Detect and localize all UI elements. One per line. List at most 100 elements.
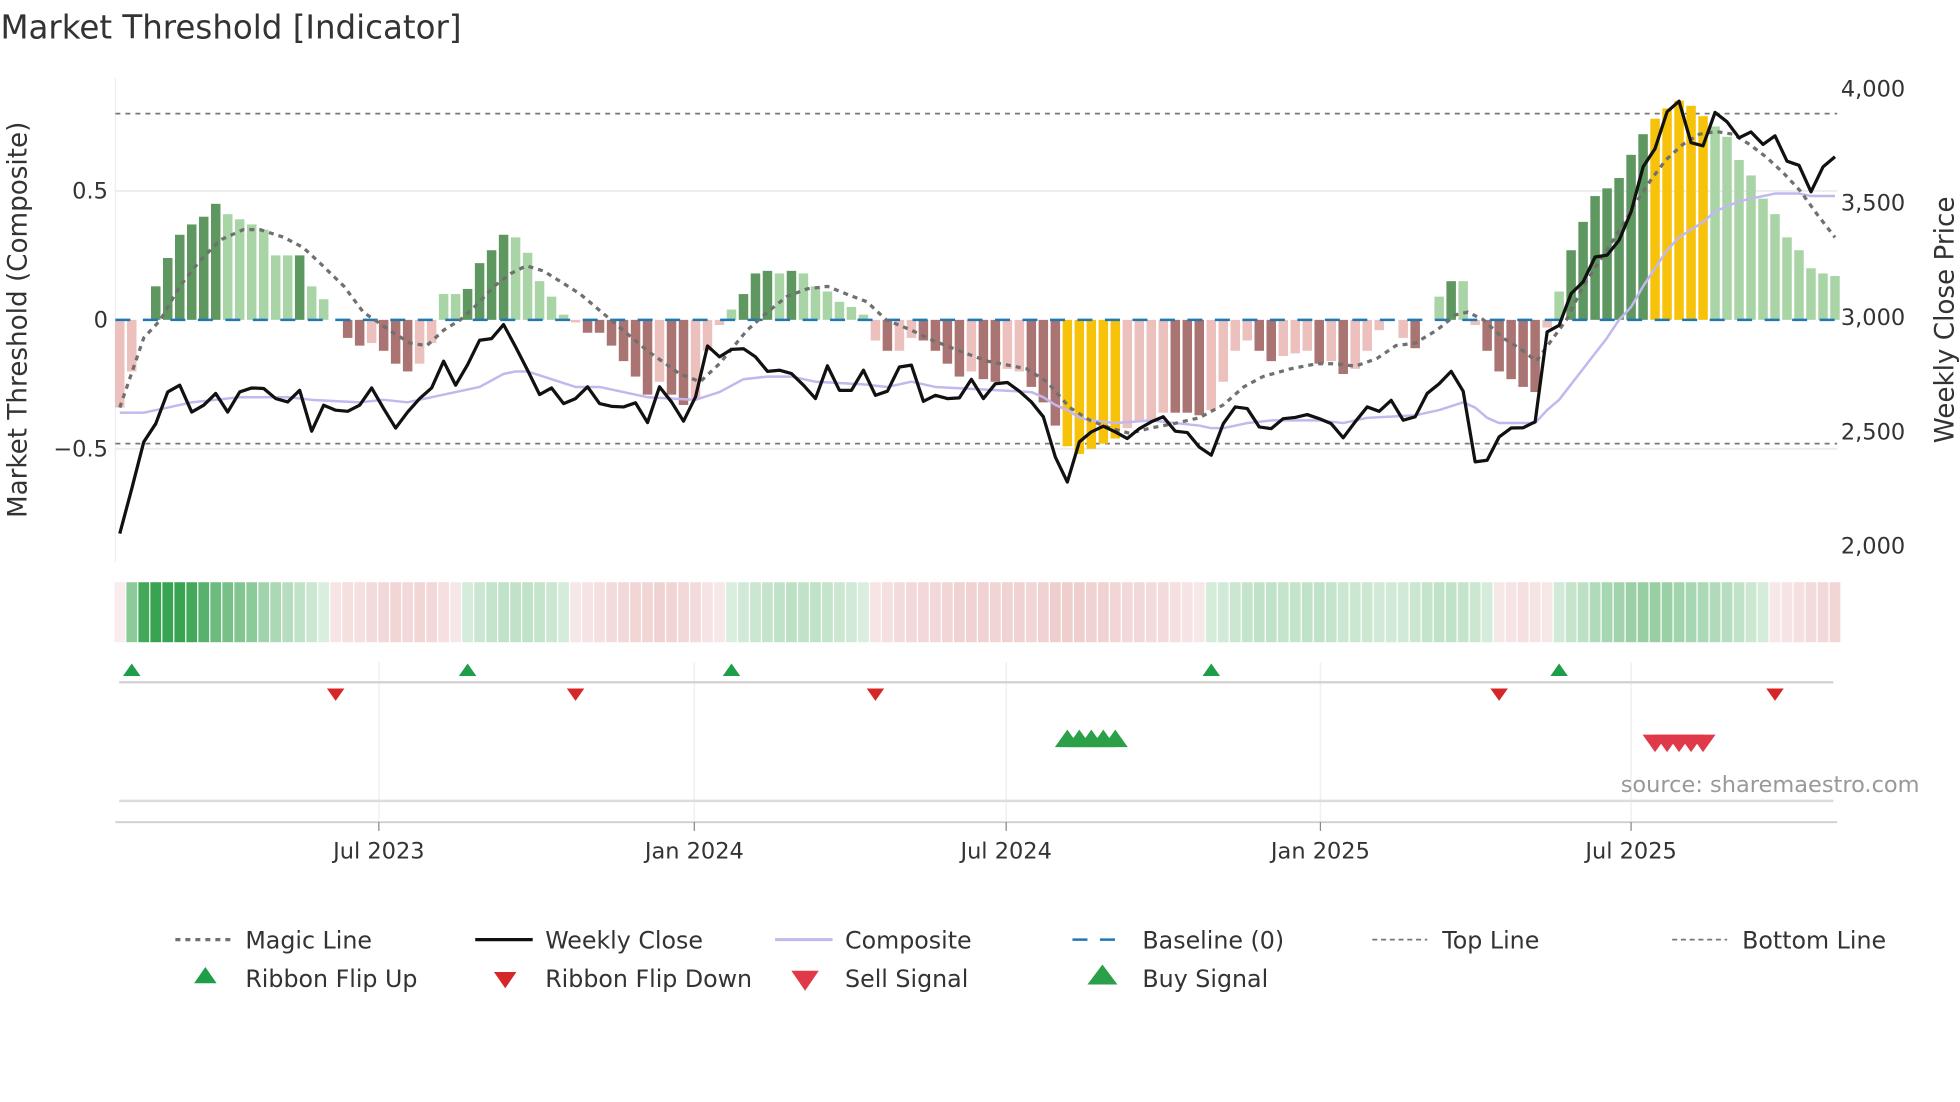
- histogram-bar: [342, 319, 353, 338]
- ribbon-cell: [1613, 582, 1625, 643]
- histogram-bar: [1770, 214, 1780, 320]
- ribbon-cell: [1265, 582, 1277, 643]
- legend-item-buy: Buy Signal: [1087, 964, 1268, 993]
- histogram-bar: [258, 229, 269, 320]
- ribbon-cell: [282, 582, 294, 643]
- ribbon-cell: [390, 582, 402, 643]
- histogram-bar: [1794, 250, 1804, 320]
- ribbon-cell: [678, 582, 689, 643]
- histogram-bar: [1614, 178, 1624, 320]
- left-axis: 0.5 0 −0.5: [53, 178, 108, 462]
- histogram-bar: [378, 319, 389, 351]
- ribbon-cell: [690, 582, 701, 643]
- histogram-bar: [954, 319, 965, 377]
- ribbon-cell: [1049, 582, 1061, 643]
- histogram-bar: [1302, 319, 1312, 351]
- histogram-bar: [942, 319, 953, 364]
- ribbon-cell: [738, 582, 749, 643]
- ribbon-cell: [630, 582, 641, 643]
- legend-item-baseline: Baseline (0): [1072, 926, 1284, 954]
- ribbon-cell: [1529, 582, 1541, 643]
- histogram-bar: [738, 294, 749, 320]
- histogram-bar: [1122, 319, 1133, 429]
- ribbon-cell: [1757, 582, 1769, 643]
- ribbon-cell: [1109, 582, 1121, 643]
- histogram-bar: [1818, 273, 1828, 320]
- ribbon-cell: [1205, 582, 1217, 643]
- ribbon-cell: [354, 582, 366, 643]
- legend-label: Ribbon Flip Down: [545, 965, 752, 993]
- ribbon-cell: [870, 582, 881, 643]
- ribbon-cell: [342, 582, 354, 643]
- histogram-bar: [414, 319, 425, 364]
- series-lines: [118, 99, 1837, 535]
- histogram-bar: [810, 286, 821, 320]
- legend: Magic Line Weekly Close Composite Baseline …: [175, 926, 1886, 993]
- ribbon-cell: [450, 582, 461, 643]
- ribbon-cell: [1145, 582, 1157, 643]
- ribbon-strip: [114, 582, 1841, 643]
- ribbon-cell: [1253, 582, 1265, 643]
- histogram-bar: [234, 219, 245, 320]
- ribbon-cell: [438, 582, 449, 643]
- histogram-bar: [1146, 319, 1157, 421]
- ribbon-cell: [1769, 582, 1781, 643]
- ribbon-cell: [1361, 582, 1373, 643]
- histogram-bar: [1578, 221, 1588, 320]
- ribbon-cell: [534, 582, 545, 643]
- histogram-bar: [294, 255, 305, 320]
- ribbon-cell: [810, 582, 821, 643]
- ribbon-cell: [582, 582, 593, 643]
- ribbon-cell: [462, 582, 473, 643]
- histogram-bar: [1230, 319, 1241, 351]
- ribbon-cell: [798, 582, 809, 643]
- legend-label: Composite: [845, 926, 972, 954]
- histogram-bar: [450, 294, 461, 320]
- ribbon-flip-up-marker: [722, 663, 741, 676]
- ribbon-cell: [822, 582, 833, 643]
- ribbon-cell: [234, 582, 246, 643]
- ribbon-cell: [294, 582, 306, 643]
- ribbon-cell: [1001, 582, 1013, 643]
- histogram-bar: [1314, 319, 1324, 364]
- ribbon-cell: [1505, 582, 1517, 643]
- ribbon-cell: [498, 582, 509, 643]
- ribbon-cell: [1301, 582, 1313, 643]
- histogram-bar: [1278, 319, 1288, 356]
- ribbon-cell: [1241, 582, 1253, 643]
- histogram-bar: [1218, 319, 1229, 382]
- ribbon-cell: [1121, 582, 1133, 643]
- ribbon-cell: [954, 582, 965, 643]
- ribbon-cell: [1601, 582, 1613, 643]
- ribbon-flip-down-marker: [866, 688, 885, 701]
- ribbon-cell: [546, 582, 557, 643]
- histogram-bar: [1434, 296, 1444, 320]
- x-tick-label: Jan 2024: [643, 838, 744, 864]
- ribbon-cell: [594, 582, 605, 643]
- histogram-bar: [1002, 319, 1013, 369]
- ribbon-cell: [1433, 582, 1445, 643]
- ribbon-cell: [846, 582, 857, 643]
- ribbon-cell: [414, 582, 426, 643]
- histogram-bar: [522, 252, 533, 320]
- histogram-bar: [1182, 319, 1193, 413]
- ribbon-cell: [1577, 582, 1589, 643]
- histogram-bar: [846, 306, 857, 320]
- ribbon-cell: [1721, 582, 1733, 643]
- histogram-bar: [1074, 319, 1085, 454]
- ribbon-cell: [1517, 582, 1529, 643]
- legend-label: Bottom Line: [1742, 926, 1886, 954]
- histogram-bar: [1134, 319, 1145, 421]
- histogram-bar: [570, 319, 581, 323]
- ribbon-cell: [1085, 582, 1097, 643]
- histogram-bar: [750, 273, 761, 320]
- ribbon-cell: [510, 582, 521, 643]
- ribbon-cell: [1169, 582, 1181, 643]
- ribbon-cell: [570, 582, 581, 643]
- ribbon-cell: [774, 582, 785, 643]
- histogram-bar: [174, 234, 185, 320]
- ribbon-cell: [786, 582, 797, 643]
- histogram-bar: [906, 319, 917, 338]
- ribbon-cell: [618, 582, 629, 643]
- histogram-bar: [1830, 276, 1840, 320]
